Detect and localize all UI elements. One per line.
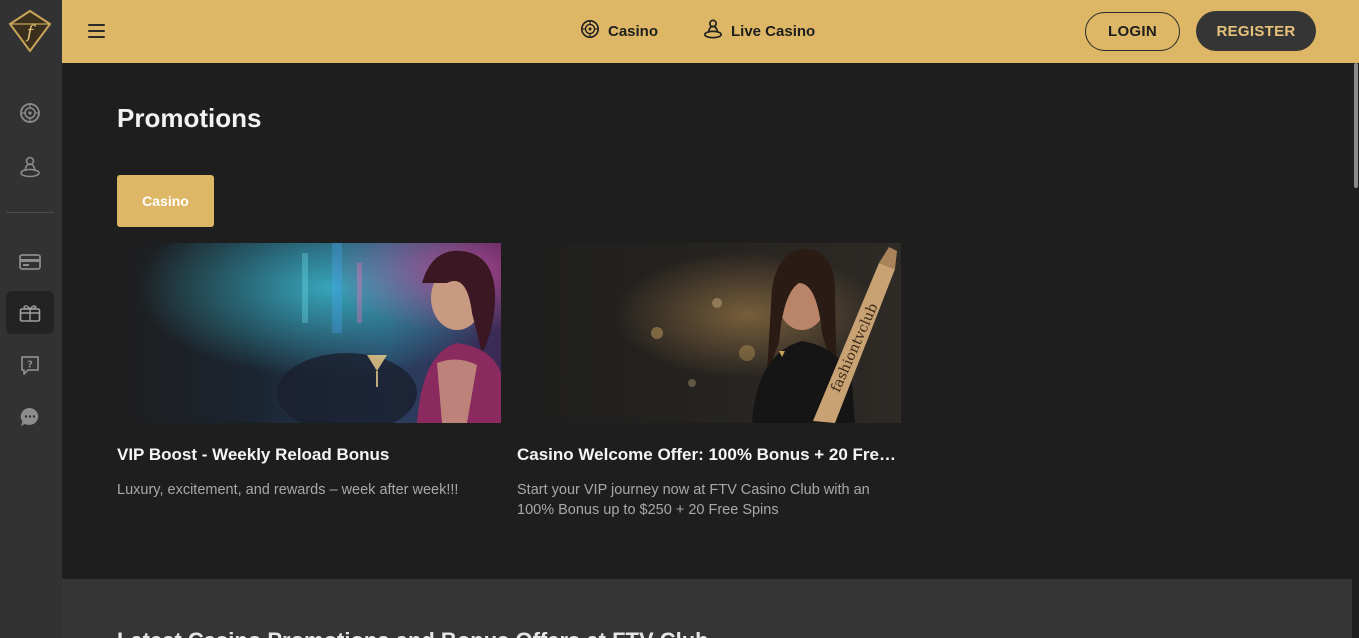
menu-toggle-button[interactable] [88, 21, 112, 41]
nav-casino-link[interactable]: Casino [580, 19, 658, 43]
sidebar: f ? [0, 0, 62, 638]
scrollbar-thumb[interactable] [1354, 63, 1358, 188]
brand-logo[interactable]: f [6, 8, 54, 54]
sidebar-item-promotions[interactable] [6, 291, 54, 334]
gift-icon [19, 303, 41, 323]
nav-casino-label: Casino [608, 22, 659, 40]
roulette-icon [580, 19, 600, 43]
promo-title[interactable]: VIP Boost - Weekly Reload Bonus [117, 445, 501, 465]
card-icon [19, 253, 41, 271]
promo-image[interactable]: fashiontvclub [517, 243, 901, 423]
sidebar-item-casino[interactable] [6, 91, 54, 134]
sidebar-item-help[interactable]: ? [6, 343, 54, 386]
roulette-icon [19, 102, 41, 124]
page-scrollbar[interactable] [1352, 63, 1359, 638]
chat-icon [19, 406, 41, 428]
app-root: f ? Casino Live Casino LOGIN REGISTER Pr… [0, 0, 1359, 638]
promo-image[interactable] [117, 243, 501, 423]
promo-description: Start your VIP journey now at FTV Casino… [517, 482, 870, 518]
sidebar-item-live-casino[interactable] [6, 145, 54, 188]
sidebar-divider [6, 212, 54, 213]
nav-live-casino-label: Live Casino [731, 22, 816, 40]
svg-text:?: ? [27, 359, 33, 370]
sidebar-item-chat[interactable] [6, 395, 54, 438]
promo-description: Luxury, excitement, and rewards – week a… [117, 482, 459, 498]
page-title: Promotions [117, 103, 262, 133]
nav-live-casino-link[interactable]: Live Casino [703, 19, 815, 43]
sidebar-item-payments[interactable] [6, 240, 54, 283]
promo-title[interactable]: Casino Welcome Offer: 100% Bonus + 20 Fr… [517, 445, 901, 465]
register-button[interactable]: REGISTER [1196, 11, 1316, 51]
promo-card-vip-boost[interactable]: VIP Boost - Weekly Reload Bonus Luxury, … [117, 243, 501, 498]
top-header: Casino Live Casino LOGIN REGISTER [62, 0, 1359, 63]
dealer-icon [19, 155, 41, 179]
dealer-icon [703, 18, 723, 44]
question-icon: ? [19, 354, 41, 376]
login-button[interactable]: LOGIN [1085, 12, 1180, 51]
filter-casino-button[interactable]: Casino [117, 175, 214, 227]
section-heading: Latest Casino Promotions and Bonus Offer… [117, 628, 709, 638]
seo-content-section: Latest Casino Promotions and Bonus Offer… [62, 579, 1352, 638]
promo-card-welcome-offer[interactable]: fashiontvclub Casino Welcome Offer: 100%… [517, 243, 901, 518]
hamburger-icon [88, 24, 105, 26]
